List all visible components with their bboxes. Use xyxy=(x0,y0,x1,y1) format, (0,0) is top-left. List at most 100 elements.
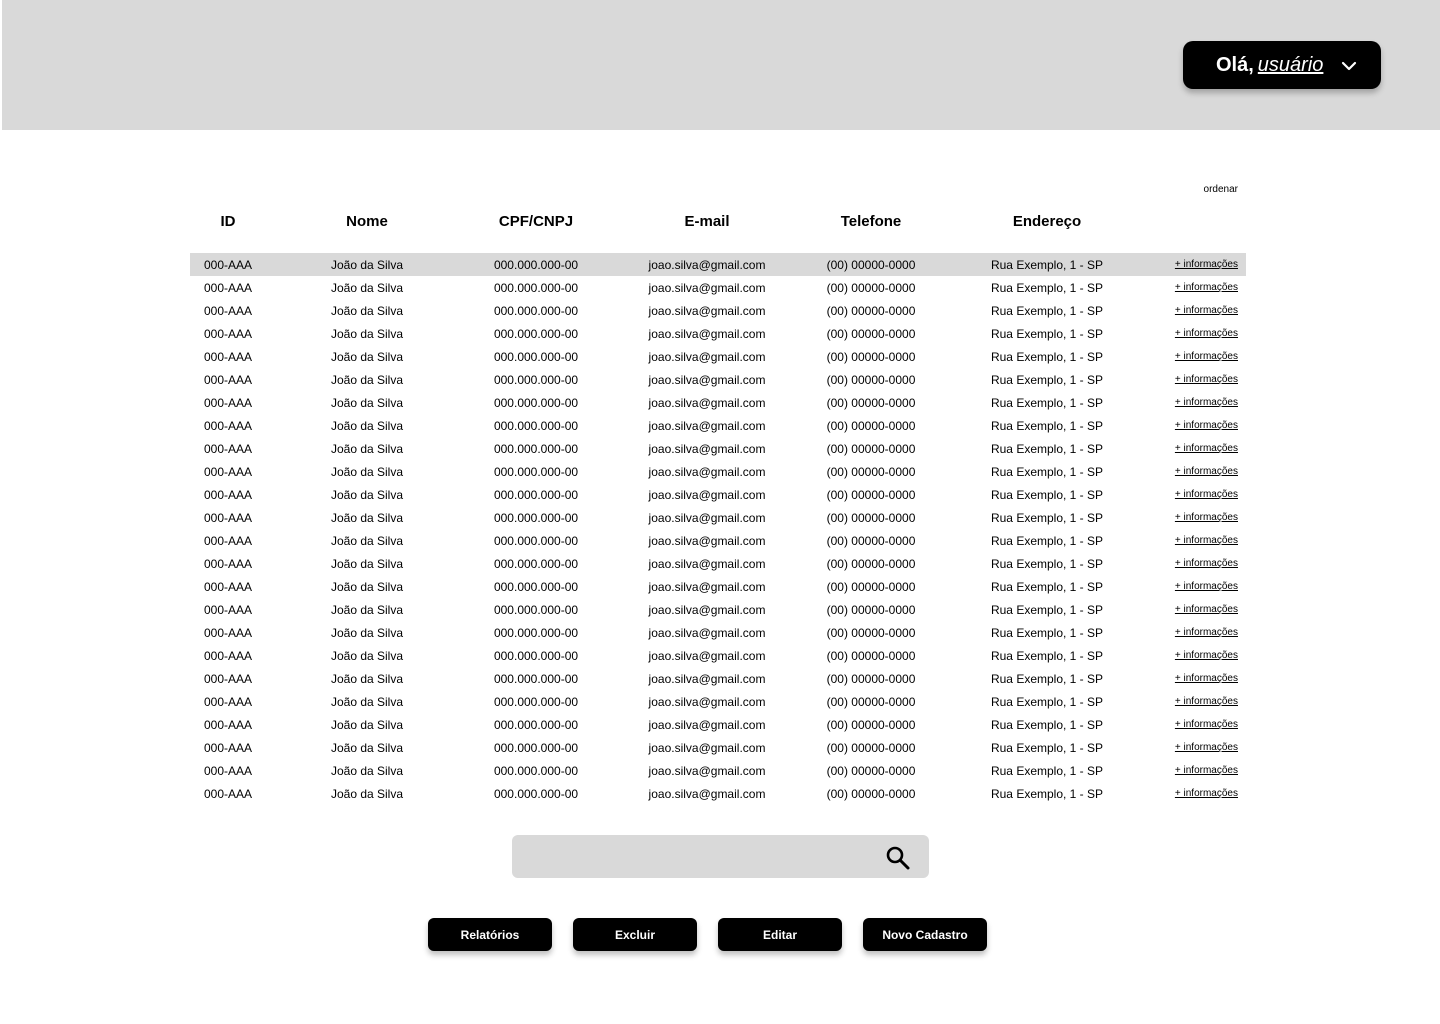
edit-button[interactable]: Editar xyxy=(718,918,842,951)
table-row[interactable]: 000-AAA João da Silva 000.000.000-00 joao.s… xyxy=(190,782,1246,805)
more-info-link[interactable]: + informações xyxy=(1175,535,1238,546)
cell-email: joao.silva@gmail.com xyxy=(648,465,766,479)
cell-phone: (00) 00000-0000 xyxy=(826,511,916,525)
cell-id: 000-AAA xyxy=(203,787,253,801)
cell-email: joao.silva@gmail.com xyxy=(648,419,766,433)
cell-name: João da Silva xyxy=(330,419,404,433)
cell-email: joao.silva@gmail.com xyxy=(648,695,766,709)
cell-id: 000-AAA xyxy=(203,580,253,594)
table-row[interactable]: 000-AAA João da Silva 000.000.000-00 joao.s… xyxy=(190,483,1246,506)
table-row[interactable]: 000-AAA João da Silva 000.000.000-00 joao.s… xyxy=(190,736,1246,759)
more-info-link[interactable]: + informações xyxy=(1175,420,1238,431)
cell-address: Rua Exemplo, 1 - SP xyxy=(990,419,1104,433)
cell-name: João da Silva xyxy=(330,626,404,640)
more-info-link[interactable]: + informações xyxy=(1175,765,1238,776)
user-menu-button[interactable]: Olá, usuário xyxy=(1183,41,1381,89)
table-row[interactable]: 000-AAA João da Silva 000.000.000-00 joao.s… xyxy=(190,644,1246,667)
cell-phone: (00) 00000-0000 xyxy=(826,534,916,548)
table-row[interactable]: 000-AAA João da Silva 000.000.000-00 joao.s… xyxy=(190,552,1246,575)
cell-address: Rua Exemplo, 1 - SP xyxy=(990,672,1104,686)
cell-id: 000-AAA xyxy=(203,649,253,663)
more-info-link[interactable]: + informações xyxy=(1175,788,1238,799)
cell-name: João da Silva xyxy=(330,465,404,479)
more-info-link[interactable]: + informações xyxy=(1175,351,1238,362)
more-info-link[interactable]: + informações xyxy=(1175,650,1238,661)
more-info-link[interactable]: + informações xyxy=(1175,305,1238,316)
more-info-link[interactable]: + informações xyxy=(1175,581,1238,592)
cell-name: João da Silva xyxy=(330,603,404,617)
more-info-link[interactable]: + informações xyxy=(1175,374,1238,385)
cell-cpf: 000.000.000-00 xyxy=(493,787,579,801)
table-row[interactable]: 000-AAA João da Silva 000.000.000-00 joao.s… xyxy=(190,575,1246,598)
table-row[interactable]: 000-AAA João da Silva 000.000.000-00 joao.s… xyxy=(190,437,1246,460)
more-info-link[interactable]: + informações xyxy=(1175,742,1238,753)
delete-button[interactable]: Excluir xyxy=(573,918,697,951)
cell-phone: (00) 00000-0000 xyxy=(826,672,916,686)
cell-phone: (00) 00000-0000 xyxy=(826,741,916,755)
cell-name: João da Silva xyxy=(330,718,404,732)
cell-name: João da Silva xyxy=(330,327,404,341)
table-row[interactable]: 000-AAA João da Silva 000.000.000-00 joao.s… xyxy=(190,667,1246,690)
table-row[interactable]: 000-AAA João da Silva 000.000.000-00 joao.s… xyxy=(190,690,1246,713)
cell-phone: (00) 00000-0000 xyxy=(826,373,916,387)
cell-address: Rua Exemplo, 1 - SP xyxy=(990,488,1104,502)
table-row[interactable]: 000-AAA João da Silva 000.000.000-00 joao.s… xyxy=(190,598,1246,621)
search-bar xyxy=(512,835,929,878)
cell-cpf: 000.000.000-00 xyxy=(493,764,579,778)
cell-id: 000-AAA xyxy=(203,350,253,364)
table-row[interactable]: 000-AAA João da Silva 000.000.000-00 joao.s… xyxy=(190,276,1246,299)
more-info-link[interactable]: + informações xyxy=(1175,466,1238,477)
cell-phone: (00) 00000-0000 xyxy=(826,649,916,663)
reports-button[interactable]: Relatórios xyxy=(428,918,552,951)
more-info-link[interactable]: + informações xyxy=(1175,328,1238,339)
more-info-link[interactable]: + informações xyxy=(1175,512,1238,523)
cell-phone: (00) 00000-0000 xyxy=(826,258,916,272)
table-row[interactable]: 000-AAA João da Silva 000.000.000-00 joao.s… xyxy=(190,621,1246,644)
cell-name: João da Silva xyxy=(330,787,404,801)
more-info-link[interactable]: + informações xyxy=(1175,259,1238,270)
cell-address: Rua Exemplo, 1 - SP xyxy=(990,787,1104,801)
table-row[interactable]: 000-AAA João da Silva 000.000.000-00 joao.s… xyxy=(190,322,1246,345)
cell-phone: (00) 00000-0000 xyxy=(826,281,916,295)
cell-name: João da Silva xyxy=(330,741,404,755)
table-row[interactable]: 000-AAA João da Silva 000.000.000-00 joao.s… xyxy=(190,506,1246,529)
cell-cpf: 000.000.000-00 xyxy=(493,695,579,709)
cell-cpf: 000.000.000-00 xyxy=(493,281,579,295)
cell-id: 000-AAA xyxy=(203,258,253,272)
table-row[interactable]: 000-AAA João da Silva 000.000.000-00 joao.s… xyxy=(190,713,1246,736)
cell-id: 000-AAA xyxy=(203,373,253,387)
more-info-link[interactable]: + informações xyxy=(1175,443,1238,454)
cell-email: joao.silva@gmail.com xyxy=(648,534,766,548)
table-row[interactable]: 000-AAA João da Silva 000.000.000-00 joao.s… xyxy=(190,759,1246,782)
table-row[interactable]: 000-AAA João da Silva 000.000.000-00 joao.s… xyxy=(190,414,1246,437)
more-info-link[interactable]: + informações xyxy=(1175,397,1238,408)
more-info-link[interactable]: + informações xyxy=(1175,282,1238,293)
cell-name: João da Silva xyxy=(330,649,404,663)
cell-cpf: 000.000.000-00 xyxy=(493,327,579,341)
table-row[interactable]: 000-AAA João da Silva 000.000.000-00 joao.s… xyxy=(190,460,1246,483)
table-row[interactable]: 000-AAA João da Silva 000.000.000-00 joao.s… xyxy=(190,391,1246,414)
more-info-link[interactable]: + informações xyxy=(1175,489,1238,500)
search-input[interactable] xyxy=(524,843,878,872)
sort-link[interactable]: ordenar xyxy=(1180,184,1238,195)
cell-id: 000-AAA xyxy=(203,304,253,318)
table-row[interactable]: 000-AAA João da Silva 000.000.000-00 joao.s… xyxy=(190,345,1246,368)
more-info-link[interactable]: + informações xyxy=(1175,673,1238,684)
column-header-id: ID xyxy=(220,213,236,230)
cell-phone: (00) 00000-0000 xyxy=(826,488,916,502)
cell-cpf: 000.000.000-00 xyxy=(493,350,579,364)
table-row[interactable]: 000-AAA João da Silva 000.000.000-00 joao.s… xyxy=(190,529,1246,552)
more-info-link[interactable]: + informações xyxy=(1175,604,1238,615)
cell-address: Rua Exemplo, 1 - SP xyxy=(990,695,1104,709)
more-info-link[interactable]: + informações xyxy=(1175,627,1238,638)
column-header-name: Nome xyxy=(346,213,388,230)
table-row[interactable]: 000-AAA João da Silva 000.000.000-00 joao.s… xyxy=(190,299,1246,322)
new-registration-button[interactable]: Novo Cadastro xyxy=(863,918,987,951)
search-icon[interactable] xyxy=(885,845,911,871)
column-header-phone: Telefone xyxy=(840,213,902,230)
table-row[interactable]: 000-AAA João da Silva 000.000.000-00 joao.s… xyxy=(190,253,1246,276)
more-info-link[interactable]: + informações xyxy=(1175,719,1238,730)
more-info-link[interactable]: + informações xyxy=(1175,558,1238,569)
table-row[interactable]: 000-AAA João da Silva 000.000.000-00 joao.s… xyxy=(190,368,1246,391)
more-info-link[interactable]: + informações xyxy=(1175,696,1238,707)
